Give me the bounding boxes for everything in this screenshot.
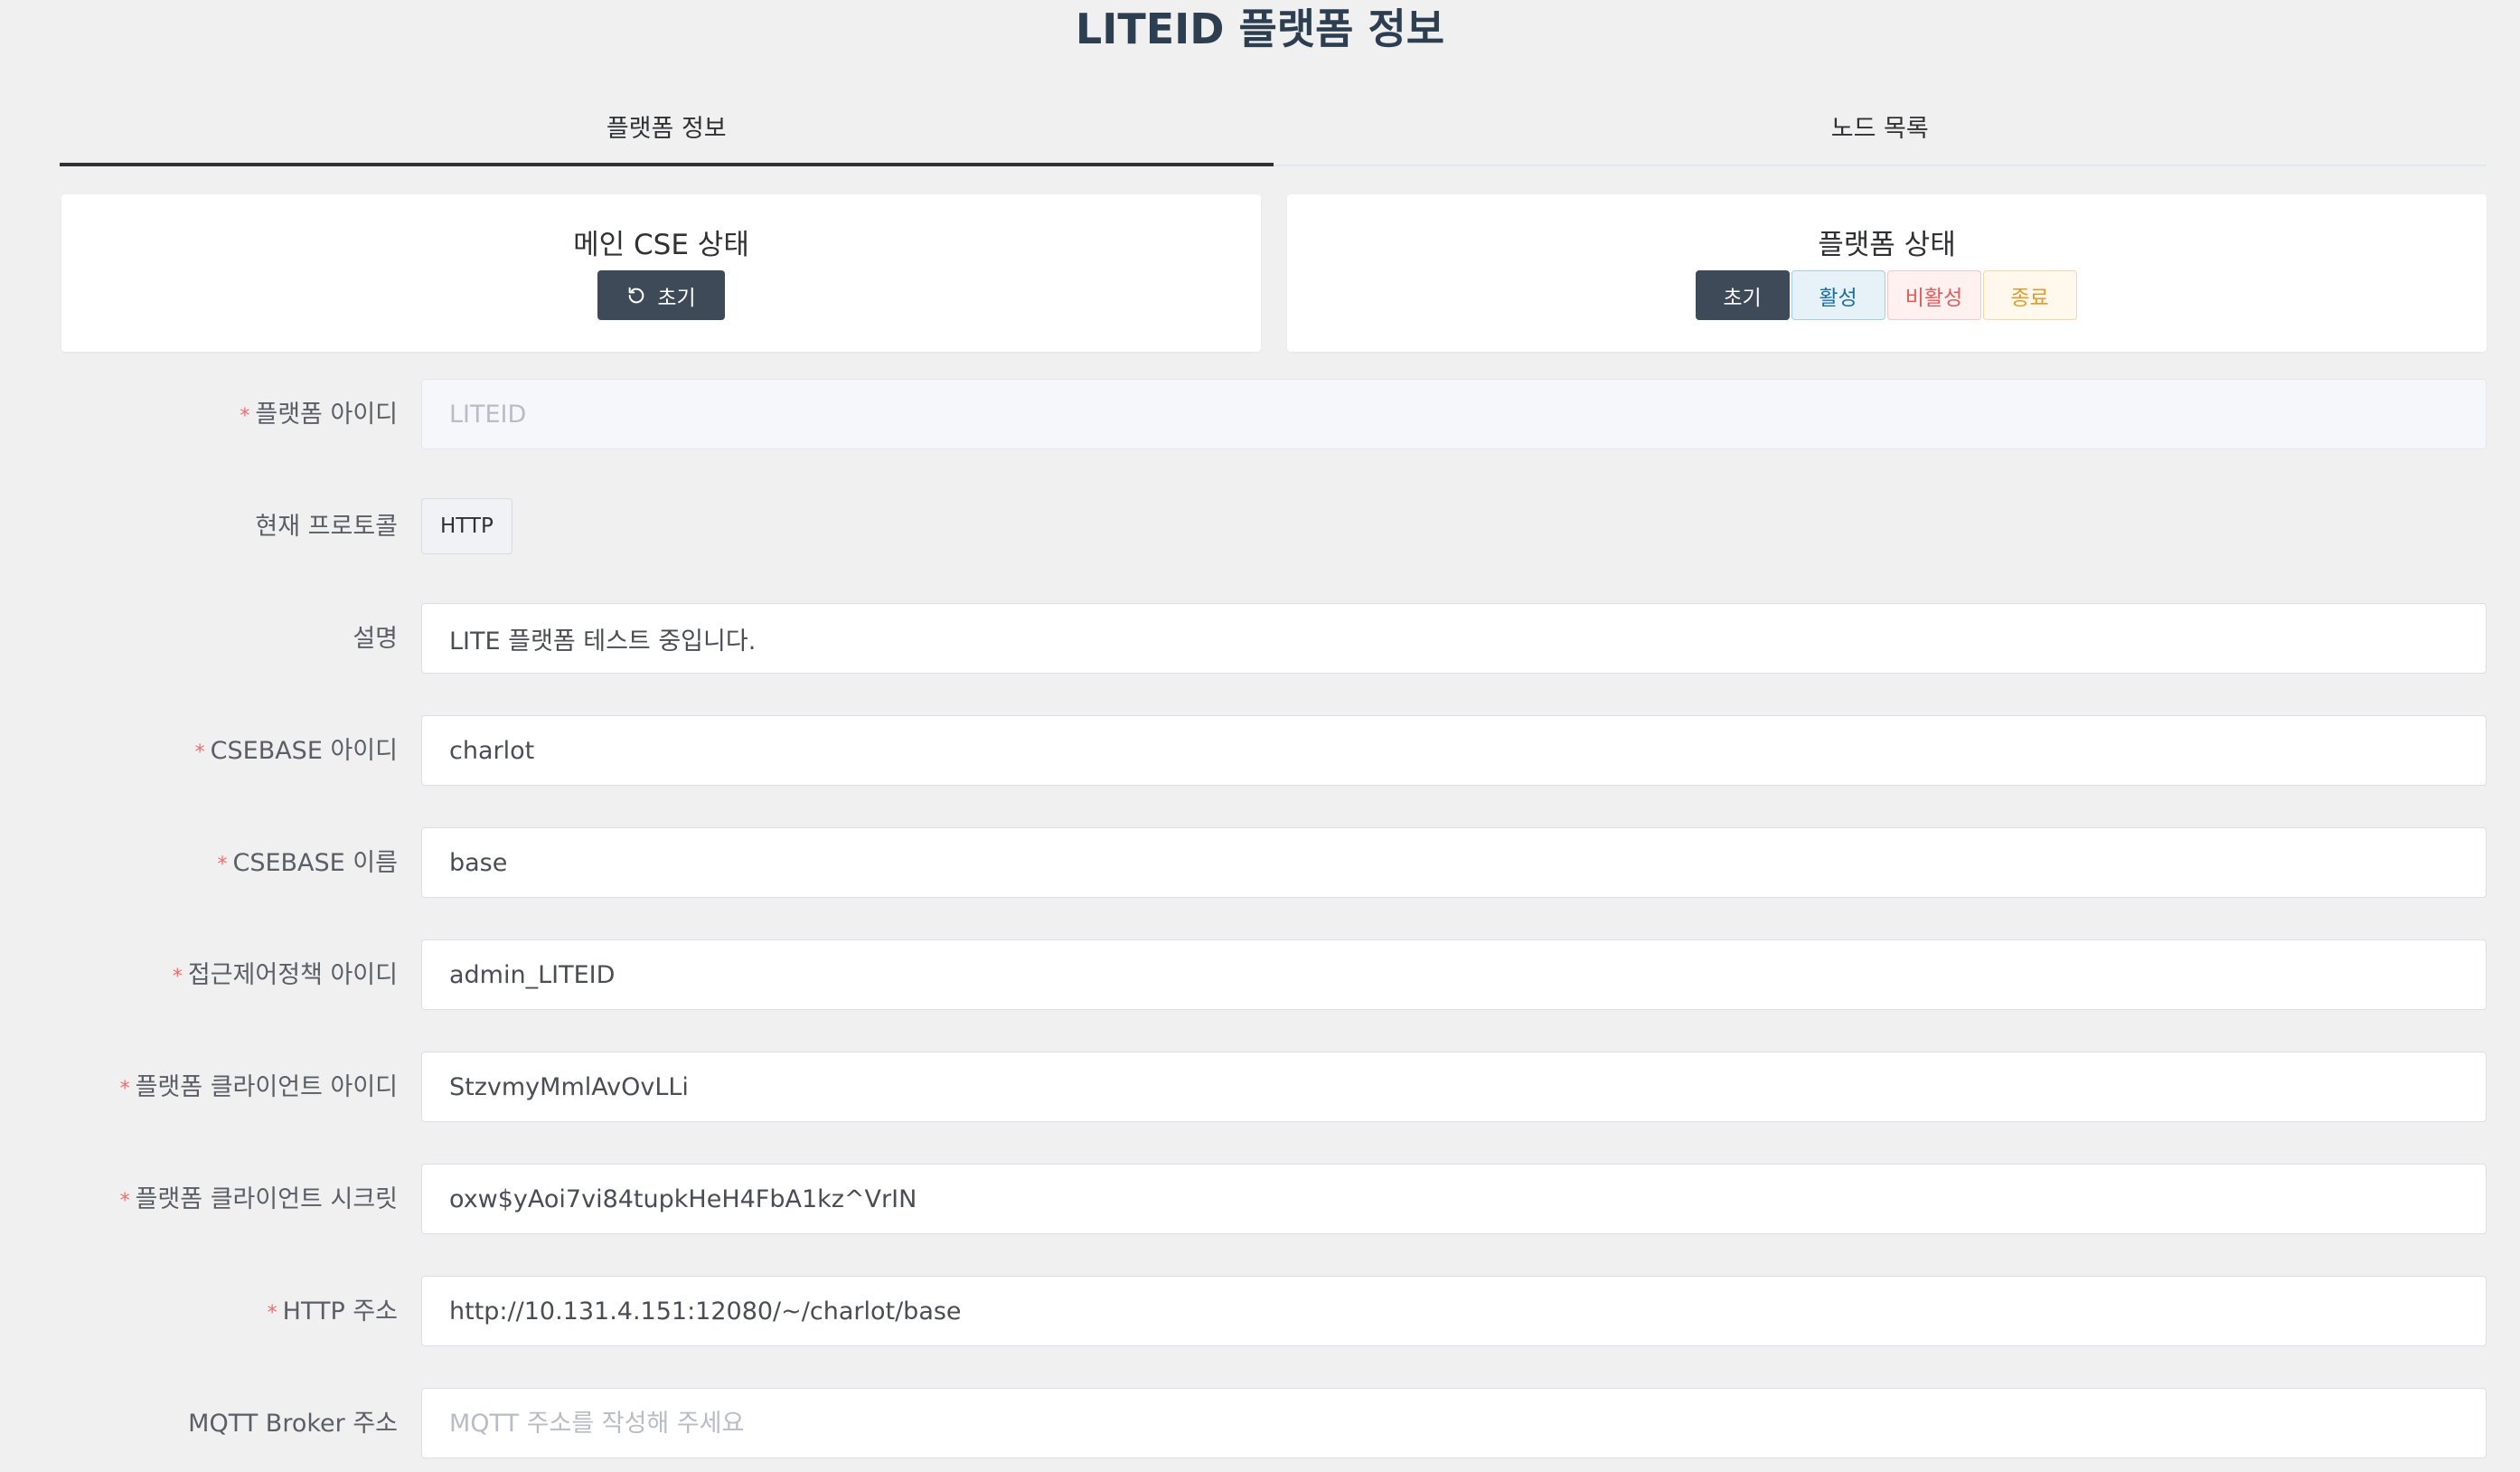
form-row-acp-id: * 접근제어정책 아이디 bbox=[0, 939, 2520, 1012]
platform-status-group: 초기 활성 비활성 종료 bbox=[1695, 270, 2079, 320]
form-row-csebase-id: * CSEBASE 아이디 bbox=[0, 715, 2520, 788]
status-ended-button[interactable]: 종료 bbox=[1982, 270, 2077, 320]
tab-node-list[interactable]: 노드 목록 bbox=[1274, 101, 2487, 165]
client-id-input[interactable] bbox=[421, 1052, 2487, 1122]
platform-id-input bbox=[421, 379, 2487, 449]
client-secret-input[interactable] bbox=[421, 1164, 2487, 1234]
page-title: LITEID 플랫폼 정보 bbox=[1075, 5, 1445, 53]
form-row-description: 설명 bbox=[0, 603, 2520, 675]
status-active-button[interactable]: 활성 bbox=[1791, 270, 1885, 320]
form-row-client-secret: * 플랫폼 클라이언트 시크릿 bbox=[0, 1164, 2520, 1236]
main-cse-status-card: 메인 CSE 상태 초기 bbox=[61, 194, 1261, 352]
form-row-platform-id: * 플랫폼 아이디 bbox=[0, 379, 2520, 451]
main-cse-reset-button[interactable]: 초기 bbox=[597, 270, 725, 320]
http-address-label: * HTTP 주소 bbox=[267, 1297, 398, 1326]
required-mark: * bbox=[217, 854, 228, 876]
platform-status-title: 플랫폼 상태 bbox=[1818, 229, 1956, 261]
acp-id-label: * 접근제어정책 아이디 bbox=[172, 961, 398, 989]
form-row-csebase-name: * CSEBASE 이름 bbox=[0, 827, 2520, 900]
main-cse-status-title: 메인 CSE 상태 bbox=[573, 229, 749, 261]
required-mark: * bbox=[119, 1190, 130, 1213]
main-cse-reset-label: 초기 bbox=[657, 286, 696, 310]
http-address-input[interactable] bbox=[421, 1276, 2487, 1346]
tab-platform-info[interactable]: 플랫폼 정보 bbox=[60, 101, 1274, 166]
tab-bar: 플랫폼 정보 노드 목록 bbox=[60, 101, 2487, 166]
csebase-id-label: * CSEBASE 아이디 bbox=[194, 737, 398, 765]
mqtt-address-label: MQTT Broker 주소 bbox=[188, 1410, 398, 1438]
form-row-mqtt-address: MQTT Broker 주소 bbox=[0, 1388, 2520, 1460]
mqtt-address-input[interactable] bbox=[421, 1388, 2487, 1458]
required-mark: * bbox=[172, 966, 183, 988]
protocol-tag: HTTP bbox=[421, 498, 512, 554]
client-id-label: * 플랫폼 클라이언트 아이디 bbox=[119, 1073, 398, 1101]
form-row-protocol: 현재 프로토콜 HTTP bbox=[0, 491, 2520, 563]
csebase-name-input[interactable] bbox=[421, 827, 2487, 898]
platform-id-label: * 플랫폼 아이디 bbox=[240, 401, 398, 429]
client-secret-label: * 플랫폼 클라이언트 시크릿 bbox=[119, 1185, 398, 1213]
required-mark: * bbox=[267, 1302, 277, 1325]
description-label: 설명 bbox=[353, 625, 398, 653]
required-mark: * bbox=[119, 1078, 130, 1100]
status-inactive-button[interactable]: 비활성 bbox=[1886, 270, 1981, 320]
refresh-icon bbox=[626, 286, 646, 306]
protocol-label: 현재 프로토콜 bbox=[255, 513, 398, 541]
status-init-button[interactable]: 초기 bbox=[1695, 270, 1790, 320]
description-input[interactable] bbox=[421, 603, 2487, 674]
csebase-name-label: * CSEBASE 이름 bbox=[217, 849, 398, 877]
required-mark: * bbox=[194, 741, 205, 764]
csebase-id-input[interactable] bbox=[421, 715, 2487, 786]
form-row-http-address: * HTTP 주소 bbox=[0, 1276, 2520, 1348]
platform-status-card: 플랫폼 상태 초기 활성 비활성 종료 bbox=[1287, 194, 2487, 352]
required-mark: * bbox=[240, 405, 250, 428]
form-row-client-id: * 플랫폼 클라이언트 아이디 bbox=[0, 1052, 2520, 1124]
acp-id-input[interactable] bbox=[421, 939, 2487, 1010]
